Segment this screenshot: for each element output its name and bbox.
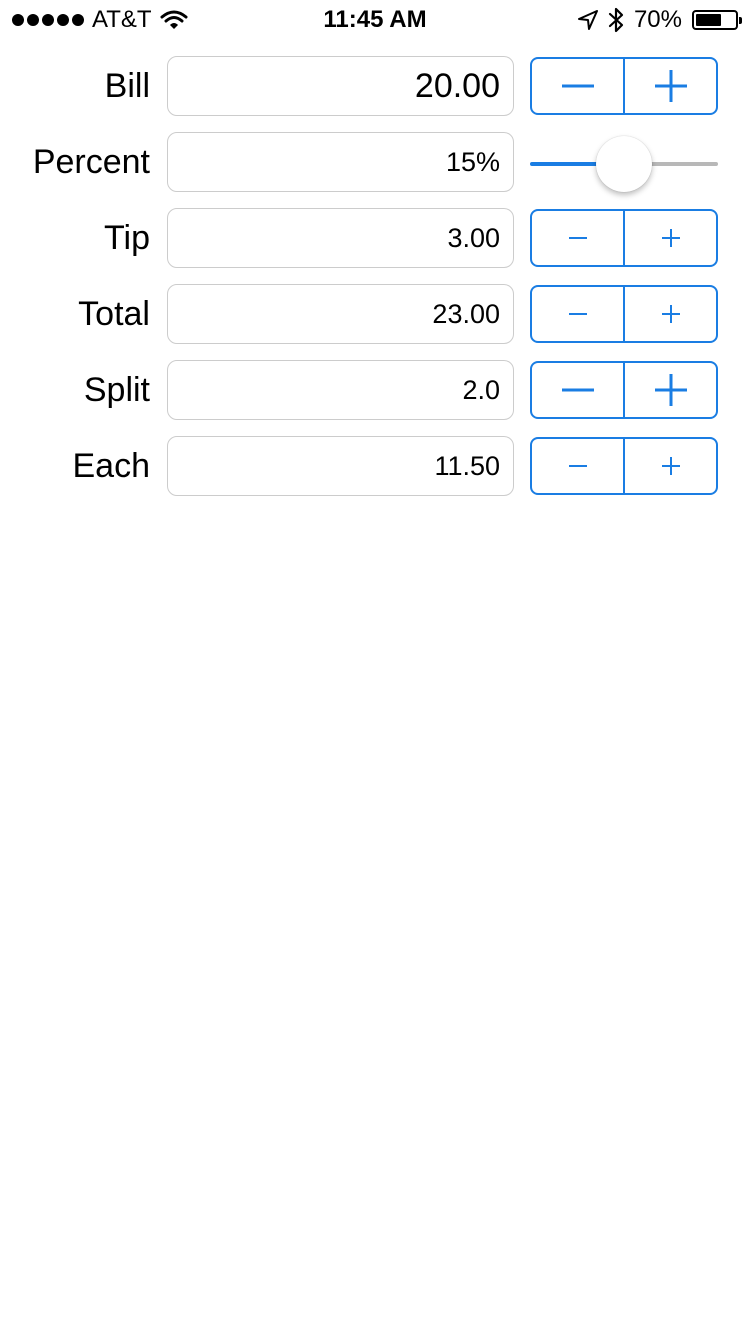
plus-icon [661, 229, 680, 247]
bill-stepper [530, 57, 718, 115]
tip-field[interactable]: 3.00 [167, 208, 514, 268]
each-decrement-button[interactable] [532, 439, 623, 493]
total-row: Total 23.00 [0, 284, 750, 344]
bill-label: Bill [104, 66, 150, 105]
tip-decrement-button[interactable] [532, 211, 623, 265]
plus-icon [661, 305, 680, 323]
bill-field[interactable]: 20.00 [167, 56, 514, 116]
bill-decrement-button[interactable] [532, 59, 623, 113]
plus-icon [654, 70, 687, 102]
tip-stepper [530, 209, 718, 267]
total-increment-button[interactable] [625, 287, 716, 341]
minus-icon [561, 84, 594, 88]
each-stepper [530, 437, 718, 495]
total-label: Total [78, 294, 150, 333]
percent-row: Percent 15% [0, 132, 750, 192]
minus-icon [568, 313, 587, 315]
status-bar: AT&T 11:45 AM 70% [0, 0, 750, 40]
battery-icon [692, 10, 742, 30]
total-decrement-button[interactable] [532, 287, 623, 341]
each-increment-button[interactable] [625, 439, 716, 493]
plus-icon [654, 374, 687, 406]
split-field[interactable]: 2.0 [167, 360, 514, 420]
split-row: Split 2.0 [0, 360, 750, 420]
location-arrow-icon [577, 10, 598, 30]
each-row: Each 11.50 [0, 436, 750, 496]
each-field[interactable]: 11.50 [167, 436, 514, 496]
total-field[interactable]: 23.00 [167, 284, 514, 344]
total-stepper [530, 285, 718, 343]
minus-icon [561, 388, 594, 392]
split-increment-button[interactable] [625, 363, 716, 417]
percent-label: Percent [32, 142, 150, 181]
split-stepper [530, 361, 718, 419]
split-decrement-button[interactable] [532, 363, 623, 417]
status-bar-right: 70% [577, 0, 742, 40]
minus-icon [568, 465, 587, 467]
tip-increment-button[interactable] [625, 211, 716, 265]
plus-icon [661, 457, 680, 475]
split-label: Split [83, 370, 150, 409]
percent-slider[interactable] [530, 132, 718, 192]
bill-row: Bill 20.00 [0, 56, 750, 116]
tip-row: Tip 3.00 [0, 208, 750, 268]
each-label: Each [72, 446, 151, 485]
tip-label: Tip [104, 218, 150, 257]
bill-increment-button[interactable] [625, 59, 716, 113]
battery-percent: 70% [633, 6, 682, 33]
bluetooth-icon [608, 7, 624, 33]
percent-field[interactable]: 15% [167, 132, 514, 192]
minus-icon [568, 237, 587, 239]
slider-thumb[interactable] [596, 136, 652, 192]
